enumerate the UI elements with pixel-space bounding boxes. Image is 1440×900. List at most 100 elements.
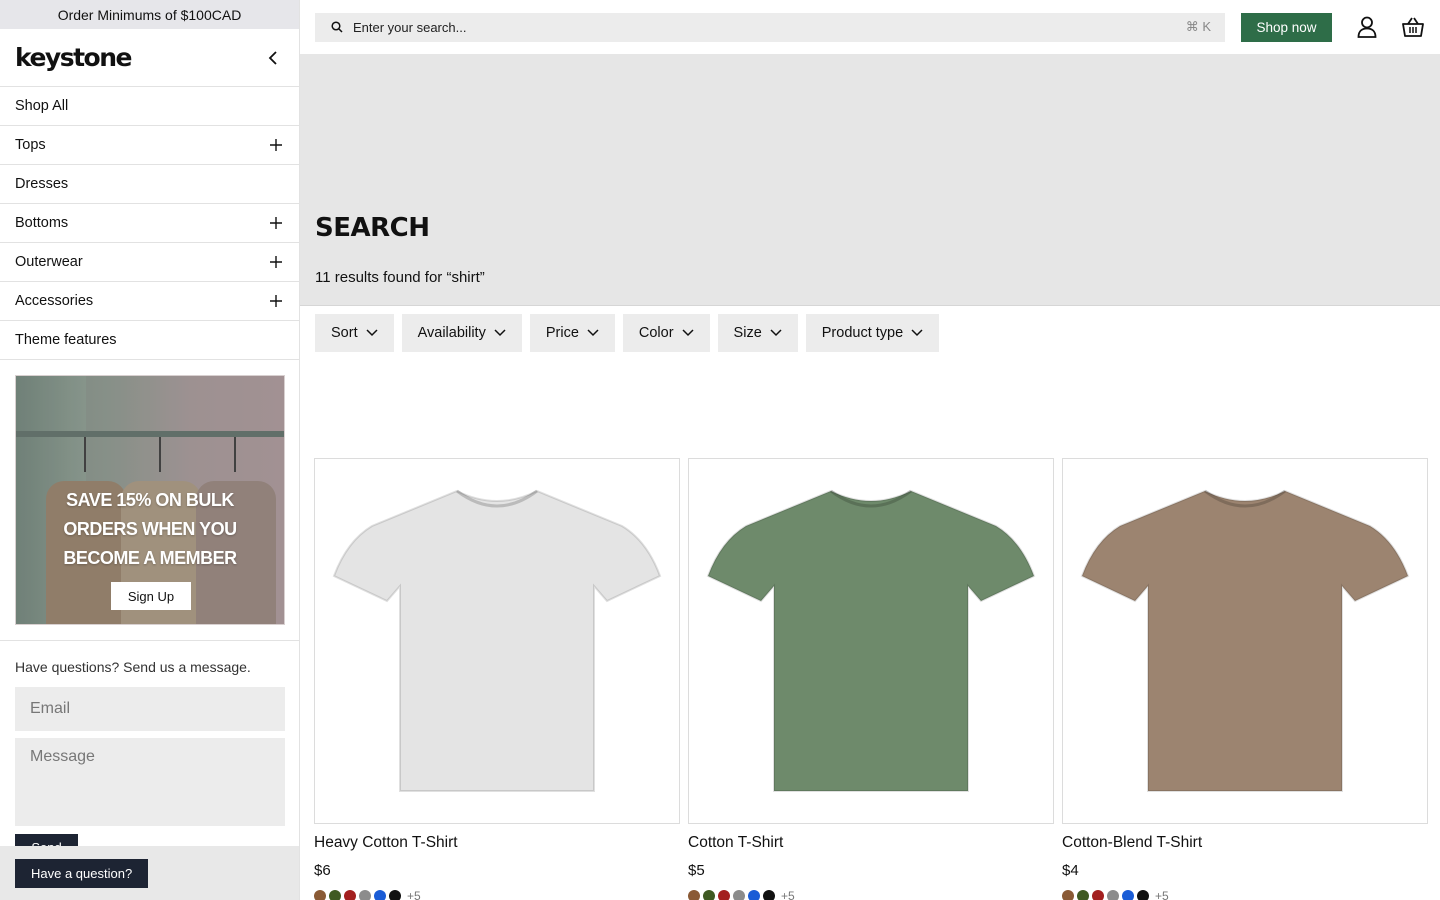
search-placeholder: Enter your search...	[353, 19, 467, 35]
color-swatch[interactable]	[344, 890, 356, 900]
color-swatch[interactable]	[1092, 890, 1104, 900]
cart-basket-icon[interactable]	[1402, 16, 1424, 38]
contact-title: Have questions? Send us a message.	[15, 659, 251, 675]
sidebar-item-label: Tops	[15, 137, 46, 153]
color-swatch[interactable]	[718, 890, 730, 900]
account-icon[interactable]	[1356, 16, 1378, 38]
announcement-text: Order Minimums of $100CAD	[57, 6, 242, 23]
color-swatches: +5	[314, 889, 680, 900]
more-colors: +5	[1155, 889, 1169, 900]
filter-price[interactable]: Price	[529, 314, 615, 352]
search-hero: SEARCH 11 results found for “shirt”	[300, 54, 1440, 306]
color-swatches: +5	[688, 889, 1054, 900]
product-card[interactable]: Cotton-Blend T-Shirt $4 +5	[1062, 458, 1428, 900]
announcement-bar: Order Minimums of $100CAD	[0, 0, 299, 29]
brand-row: keystone	[0, 29, 299, 87]
color-swatch[interactable]	[688, 890, 700, 900]
sign-up-button[interactable]: Sign Up	[111, 582, 191, 610]
product-price: $4	[1062, 862, 1079, 879]
product-card[interactable]: Heavy Cotton T-Shirt $6 +5	[314, 458, 680, 900]
product-image[interactable]	[314, 458, 680, 824]
product-title[interactable]: Heavy Cotton T-Shirt	[314, 834, 680, 852]
filter-product-type[interactable]: Product type	[805, 314, 940, 352]
product-image[interactable]	[688, 458, 1054, 824]
sidebar-item-dresses[interactable]: Dresses	[0, 165, 299, 204]
top-header: Enter your search... ⌘ K Shop now	[300, 0, 1440, 54]
chevron-down-icon	[770, 329, 782, 337]
color-swatch[interactable]	[733, 890, 745, 900]
filter-bar: Sort Availability Price Color Size Produ…	[300, 306, 1440, 360]
product-title[interactable]: Cotton T-Shirt	[688, 834, 1054, 852]
more-colors: +5	[407, 889, 421, 900]
tshirt-image	[1080, 489, 1410, 792]
sidebar-nav: Shop All Tops Dresses Bottoms Outerwear …	[0, 87, 299, 360]
main-content: Enter your search... ⌘ K Shop now SEARCH…	[300, 0, 1440, 900]
chevron-down-icon	[494, 329, 506, 337]
sidebar-item-shop-all[interactable]: Shop All	[0, 87, 299, 126]
contact-form: Have questions? Send us a message. Email…	[0, 640, 299, 858]
promo-banner: SAVE 15% ON BULK ORDERS WHEN YOU BECOME …	[15, 375, 285, 625]
product-card[interactable]: Cotton T-Shirt $5 +5	[688, 458, 1054, 900]
collapse-sidebar-button[interactable]	[263, 48, 283, 68]
product-title[interactable]: Cotton-Blend T-Shirt	[1062, 834, 1428, 852]
color-swatch[interactable]	[763, 890, 775, 900]
sidebar-item-bottoms[interactable]: Bottoms	[0, 204, 299, 243]
color-swatch[interactable]	[1062, 890, 1074, 900]
sidebar-item-label: Accessories	[15, 293, 94, 309]
color-swatch[interactable]	[374, 890, 386, 900]
color-swatch[interactable]	[1077, 890, 1089, 900]
chevron-down-icon	[366, 329, 378, 337]
sidebar-item-tops[interactable]: Tops	[0, 126, 299, 165]
more-colors: +5	[781, 889, 795, 900]
search-icon	[331, 21, 343, 33]
filter-color[interactable]: Color	[622, 314, 710, 352]
have-a-question-button[interactable]: Have a question?	[15, 858, 149, 888]
plus-icon[interactable]	[269, 294, 283, 308]
color-swatch[interactable]	[703, 890, 715, 900]
page-title: SEARCH	[315, 213, 430, 243]
product-price: $6	[314, 862, 331, 879]
product-price: $5	[688, 862, 705, 879]
sidebar-item-outerwear[interactable]: Outerwear	[0, 243, 299, 282]
sidebar-item-theme-features[interactable]: Theme features	[0, 321, 299, 360]
tshirt-image	[706, 489, 1036, 792]
product-image[interactable]	[1062, 458, 1428, 824]
sidebar-item-label: Shop All	[15, 98, 69, 114]
question-bar: Have a question?	[0, 846, 299, 900]
filter-sort[interactable]: Sort	[315, 314, 394, 352]
search-shortcut: ⌘ K	[1185, 19, 1211, 34]
chevron-left-icon	[268, 50, 277, 65]
chevron-down-icon	[682, 329, 694, 337]
plus-icon[interactable]	[269, 216, 283, 230]
product-grid: Heavy Cotton T-Shirt $6 +5 Cotton T-Shir…	[314, 458, 1428, 900]
promo-title: SAVE 15% ON BULK ORDERS WHEN YOU BECOME …	[63, 490, 237, 568]
chevron-down-icon	[587, 329, 599, 337]
sidebar-item-label: Theme features	[15, 332, 117, 348]
color-swatch[interactable]	[1122, 890, 1134, 900]
color-swatch[interactable]	[359, 890, 371, 900]
sidebar-item-label: Outerwear	[15, 254, 83, 270]
email-field[interactable]: Email	[15, 687, 285, 731]
filter-size[interactable]: Size	[717, 314, 798, 352]
color-swatch[interactable]	[329, 890, 341, 900]
color-swatch[interactable]	[1107, 890, 1119, 900]
sidebar-item-label: Bottoms	[15, 215, 69, 231]
tshirt-image	[332, 489, 662, 792]
filter-availability[interactable]: Availability	[401, 314, 522, 352]
sidebar-item-label: Dresses	[15, 176, 69, 192]
sidebar-item-accessories[interactable]: Accessories	[0, 282, 299, 321]
color-swatch[interactable]	[1137, 890, 1149, 900]
result-count: 11 results found for “shirt”	[315, 269, 485, 286]
sidebar: Order Minimums of $100CAD keystone Shop …	[0, 0, 300, 900]
color-swatch[interactable]	[314, 890, 326, 900]
plus-icon[interactable]	[269, 255, 283, 269]
color-swatches: +5	[1062, 889, 1428, 900]
chevron-down-icon	[911, 329, 923, 337]
message-field[interactable]: Message	[15, 738, 285, 826]
search-input[interactable]: Enter your search... ⌘ K	[315, 12, 1225, 42]
shop-now-button[interactable]: Shop now	[1241, 12, 1332, 42]
plus-icon[interactable]	[269, 138, 283, 152]
color-swatch[interactable]	[389, 890, 401, 900]
brand-logo[interactable]: keystone	[15, 43, 132, 72]
color-swatch[interactable]	[748, 890, 760, 900]
